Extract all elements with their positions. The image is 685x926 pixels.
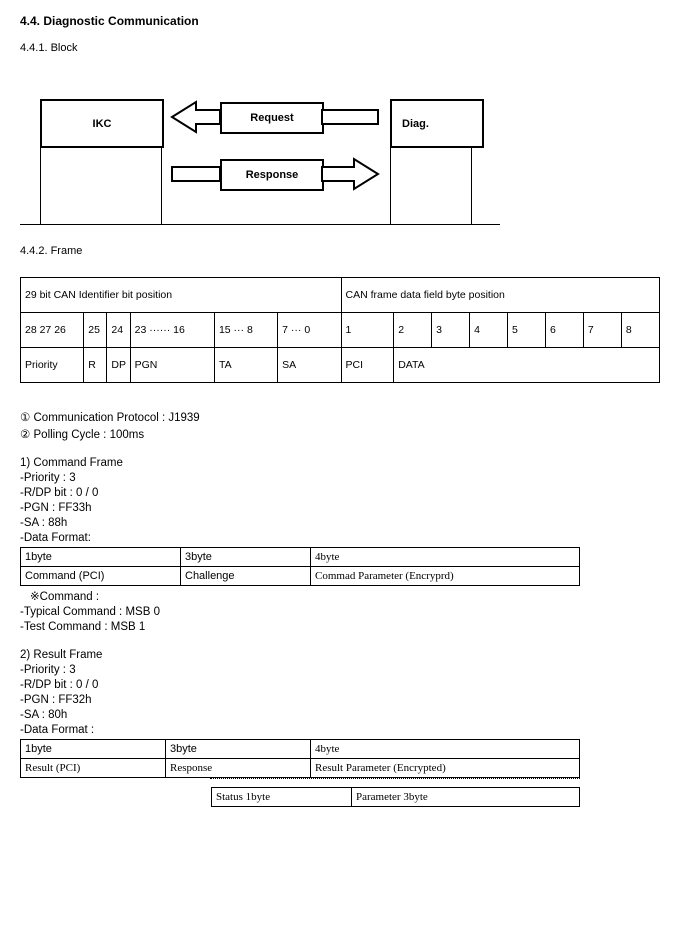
arrow-right-icon bbox=[322, 159, 378, 189]
arrow-stub-right-icon bbox=[172, 159, 220, 189]
cmd-title: 1) Command Frame bbox=[20, 457, 665, 469]
cell: DATA bbox=[394, 348, 660, 383]
cell: 3 bbox=[432, 313, 470, 348]
note2: ② Polling Cycle : 100ms bbox=[20, 427, 665, 441]
res-sub-table: Status 1byte Parameter 3byte bbox=[211, 787, 580, 807]
res-data-table: 1byte 3byte 4byte Result (PCI) Response … bbox=[20, 739, 580, 778]
cell: R bbox=[84, 348, 107, 383]
hdr-right: CAN frame data field byte position bbox=[341, 278, 660, 313]
cmd-p2: -R/DP bit : 0 / 0 bbox=[20, 487, 665, 499]
cell: 8 bbox=[621, 313, 659, 348]
cmd-typ: -Typical Command : MSB 0 bbox=[20, 606, 665, 618]
cmd-p5: -Data Format: bbox=[20, 532, 665, 544]
cell: Command (PCI) bbox=[21, 567, 181, 586]
cell: 28 27 26 bbox=[21, 313, 84, 348]
cell: 5 bbox=[508, 313, 546, 348]
diag-legs bbox=[390, 146, 472, 224]
section-title: 4.4. Diagnostic Communication bbox=[20, 14, 665, 28]
cell: 1byte bbox=[21, 548, 181, 567]
res-p1: -Priority : 3 bbox=[20, 664, 665, 676]
cell: 4 bbox=[470, 313, 508, 348]
cell: Priority bbox=[21, 348, 84, 383]
cell: 24 bbox=[107, 313, 130, 348]
cell: PGN bbox=[130, 348, 214, 383]
res-p3: -PGN : FF32h bbox=[20, 694, 665, 706]
cmd-tst: -Test Command : MSB 1 bbox=[20, 621, 665, 633]
cell: Result Parameter (Encrypted) bbox=[311, 759, 580, 778]
cell: Status 1byte bbox=[212, 788, 352, 807]
note1: ① Communication Protocol : J1939 bbox=[20, 410, 665, 424]
block-diagram: IKC Diag. Request Response bbox=[20, 84, 500, 225]
cell: Parameter 3byte bbox=[352, 788, 580, 807]
cell: 3byte bbox=[181, 548, 311, 567]
subsection-block-title: 4.4.1. Block bbox=[20, 42, 665, 54]
cell: SA bbox=[278, 348, 341, 383]
res-title: 2) Result Frame bbox=[20, 649, 665, 661]
cmd-p4: -SA : 88h bbox=[20, 517, 665, 529]
cell: 1byte bbox=[21, 740, 166, 759]
res-p2: -R/DP bit : 0 / 0 bbox=[20, 679, 665, 691]
cell: PCI bbox=[341, 348, 394, 383]
cell: Response bbox=[166, 759, 311, 778]
subsection-frame-title: 4.4.2. Frame bbox=[20, 245, 665, 257]
ikc-legs bbox=[40, 146, 162, 224]
cell: 4byte bbox=[311, 548, 580, 567]
cell: 6 bbox=[545, 313, 583, 348]
frame-table: 29 bit CAN Identifier bit position CAN f… bbox=[20, 277, 660, 383]
cell: 15 ··· 8 bbox=[214, 313, 277, 348]
cell: Commad Parameter (Encryprd) bbox=[311, 567, 580, 586]
cell: 7 bbox=[583, 313, 621, 348]
cmd-data-table: 1byte 3byte 4byte Command (PCI) Challeng… bbox=[20, 547, 580, 586]
box-diag: Diag. bbox=[390, 99, 484, 148]
response-label: Response bbox=[220, 159, 324, 191]
cell: DP bbox=[107, 348, 130, 383]
res-p5: -Data Format : bbox=[20, 724, 665, 736]
cell: 1 bbox=[341, 313, 394, 348]
arrow-stub-left-icon bbox=[322, 102, 378, 132]
box-ikc: IKC bbox=[40, 99, 164, 148]
request-label: Request bbox=[220, 102, 324, 134]
cell: 25 bbox=[84, 313, 107, 348]
star-cmd: ※Command : bbox=[30, 589, 665, 603]
cell: 4byte bbox=[311, 740, 580, 759]
cell: Challenge bbox=[181, 567, 311, 586]
cell: 2 bbox=[394, 313, 432, 348]
cell: TA bbox=[214, 348, 277, 383]
cell: 3byte bbox=[166, 740, 311, 759]
cell: Result (PCI) bbox=[21, 759, 166, 778]
dotted-connector bbox=[210, 778, 580, 787]
cmd-p3: -PGN : FF33h bbox=[20, 502, 665, 514]
res-p4: -SA : 80h bbox=[20, 709, 665, 721]
cmd-p1: -Priority : 3 bbox=[20, 472, 665, 484]
arrow-left-icon bbox=[172, 102, 220, 132]
cell: 7 ··· 0 bbox=[278, 313, 341, 348]
cell: 23 ······ 16 bbox=[130, 313, 214, 348]
hdr-left: 29 bit CAN Identifier bit position bbox=[21, 278, 342, 313]
